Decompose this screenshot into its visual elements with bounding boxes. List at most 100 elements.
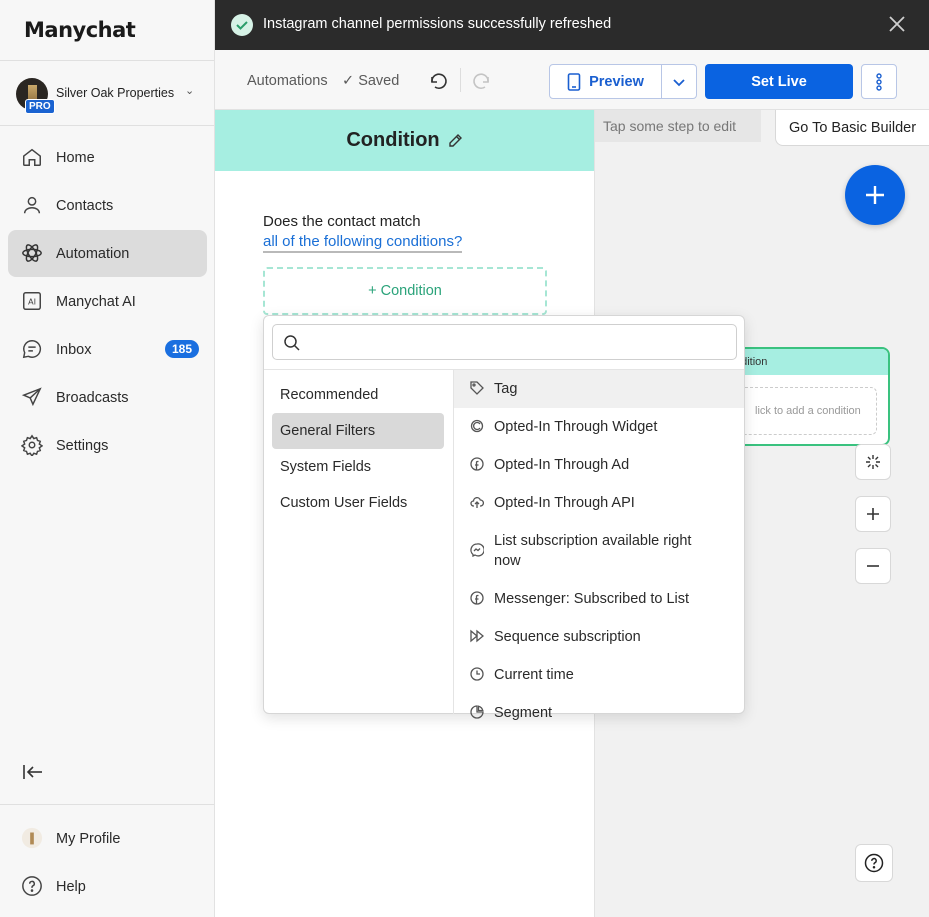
chat-icon (22, 340, 42, 359)
builder-toolbar: Automations ✓ Saved Preview Set Live (215, 50, 929, 110)
send-icon (21, 387, 42, 407)
category-system-fields[interactable]: System Fields (272, 449, 444, 485)
sidebar-item-contacts[interactable]: Contacts (8, 182, 207, 229)
sidebar-item-label: Settings (56, 437, 109, 454)
option-label: List subscription available right now (494, 533, 692, 569)
search-input[interactable] (307, 330, 727, 354)
svg-text:AI: AI (28, 297, 36, 307)
option-label: Segment (494, 705, 553, 721)
person-icon (23, 196, 41, 214)
plus-icon (866, 186, 884, 204)
option-label: Opted-In Through Widget (494, 419, 658, 435)
chevron-down-icon (673, 78, 685, 86)
sidebar-item-help[interactable]: Help (8, 863, 207, 910)
widget-icon (470, 419, 484, 433)
more-vertical-icon (876, 72, 882, 91)
sidebar-item-inbox[interactable]: Inbox 185 (8, 326, 207, 373)
sidebar: Manychat PRO Silver Oak Properties ⌄ Hom… (0, 0, 215, 917)
clock-icon (470, 667, 484, 681)
sidebar-item-home[interactable]: Home (8, 134, 207, 181)
preview-button-group: Preview (549, 64, 697, 99)
minus-icon (867, 565, 879, 567)
home-icon (23, 148, 41, 166)
magic-wand-icon (866, 455, 880, 469)
pro-badge: PRO (25, 99, 55, 114)
match-mode-link[interactable]: all of the following conditions? (263, 233, 463, 253)
sidebar-item-settings[interactable]: Settings (8, 422, 207, 469)
atom-icon (22, 244, 42, 262)
sidebar-item-broadcasts[interactable]: Broadcasts (8, 374, 207, 421)
option-messenger-subscribed[interactable]: Messenger: Subscribed to List (454, 580, 744, 618)
category-recommended[interactable]: Recommended (272, 377, 444, 413)
sidebar-item-label: Broadcasts (56, 389, 129, 406)
option-label: Tag (494, 381, 518, 397)
option-opted-in-widget[interactable]: Opted-In Through Widget (454, 408, 744, 446)
sidebar-bottom: My Profile Help (0, 804, 214, 911)
basic-builder-button[interactable]: Go To Basic Builder (775, 110, 929, 146)
check-circle-icon (231, 14, 253, 36)
account-name: Silver Oak Properties (56, 86, 175, 100)
option-list-subscription[interactable]: List subscription available right now (454, 522, 744, 580)
facebook-icon (470, 457, 484, 471)
pie-icon (470, 705, 484, 719)
option-sequence-subscription[interactable]: Sequence subscription (454, 618, 744, 656)
more-options-button[interactable] (861, 64, 897, 99)
undo-icon[interactable] (428, 70, 448, 90)
set-live-button[interactable]: Set Live (705, 64, 853, 99)
canvas-hint: Tap some step to edit (595, 110, 761, 142)
magic-arrange-button[interactable] (855, 444, 891, 480)
add-condition-button[interactable]: + Condition (263, 267, 547, 315)
pencil-icon[interactable] (448, 133, 463, 148)
profile-icon (21, 827, 43, 849)
option-tag[interactable]: Tag (454, 370, 744, 408)
search-icon (284, 335, 300, 351)
category-custom-user-fields[interactable]: Custom User Fields (272, 485, 444, 521)
option-opted-in-api[interactable]: Opted-In Through API (454, 484, 744, 522)
help-icon (22, 876, 42, 896)
category-general-filters[interactable]: General Filters (272, 413, 444, 449)
sidebar-item-automation[interactable]: Automation (8, 230, 207, 277)
help-button[interactable] (855, 844, 893, 882)
success-toast: Instagram channel permissions successful… (215, 0, 929, 50)
cloud-upload-icon (470, 497, 484, 508)
add-step-button[interactable] (845, 165, 905, 225)
option-label: Messenger: Subscribed to List (494, 591, 690, 607)
option-segment[interactable]: Segment (454, 694, 744, 732)
option-label: Opted-In Through API (494, 495, 635, 511)
node-add-condition[interactable]: lick to add a condition (729, 387, 877, 435)
account-switcher[interactable]: PRO Silver Oak Properties ⌄ (0, 60, 214, 126)
sidebar-item-label: Manychat AI (56, 293, 136, 310)
zoom-out-button[interactable] (855, 548, 891, 584)
option-label: Opted-In Through Ad (494, 457, 630, 473)
option-current-time[interactable]: Current time (454, 656, 744, 694)
phone-icon (567, 72, 581, 91)
sidebar-item-label: Automation (56, 245, 130, 262)
sidebar-item-my-profile[interactable]: My Profile (8, 815, 207, 862)
sidebar-item-label: Home (56, 149, 95, 166)
sidebar-item-label: My Profile (56, 830, 121, 847)
search-field[interactable] (272, 324, 737, 360)
facebook-icon (470, 591, 484, 605)
condition-picker-dropdown: Recommended General Filters System Field… (263, 315, 745, 721)
preview-dropdown-toggle[interactable] (662, 65, 696, 98)
redo-icon[interactable] (472, 70, 492, 90)
toast-message: Instagram channel permissions successful… (263, 16, 612, 32)
toolbar-divider (460, 68, 461, 92)
collapse-sidebar-icon[interactable] (22, 762, 44, 782)
breadcrumb-automations[interactable]: Automations (247, 73, 328, 89)
plus-icon (867, 508, 879, 520)
zoom-in-button[interactable] (855, 496, 891, 532)
messenger-icon (470, 543, 484, 557)
panel-header: Condition (215, 110, 594, 171)
option-label: Current time (494, 667, 574, 683)
panel-title: Condition (346, 129, 440, 151)
preview-button[interactable]: Preview (550, 65, 662, 98)
category-list: Recommended General Filters System Field… (272, 377, 444, 521)
option-opted-in-ad[interactable]: Opted-In Through Ad (454, 446, 744, 484)
close-icon[interactable] (887, 14, 907, 34)
manychat-logo[interactable]: Manychat (24, 18, 136, 42)
tag-icon (470, 381, 484, 395)
sidebar-item-manychat-ai[interactable]: AI Manychat AI (8, 278, 207, 325)
inbox-count-badge: 185 (164, 340, 199, 358)
saved-status: ✓ Saved (342, 73, 400, 89)
